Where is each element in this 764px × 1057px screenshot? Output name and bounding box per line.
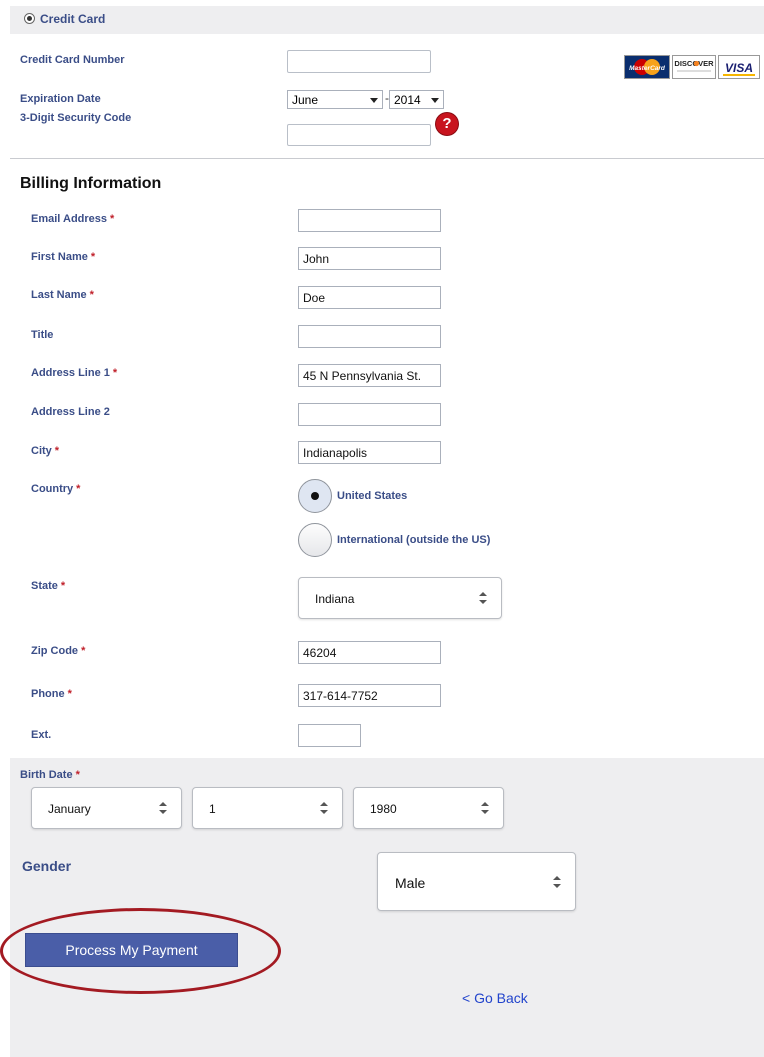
- visa-text: VISA: [725, 61, 753, 75]
- required-marker: *: [110, 213, 115, 225]
- highlight-ellipse: [0, 908, 281, 994]
- visa-logo: VISA: [718, 55, 760, 79]
- country-label: Country *: [31, 483, 80, 495]
- birth-year-select[interactable]: 1980: [353, 787, 504, 829]
- title-label: Title: [31, 329, 54, 341]
- cvv-label: 3-Digit Security Code: [20, 112, 132, 124]
- gender-value: Male: [395, 875, 426, 891]
- first-name-label: First Name *: [31, 251, 95, 263]
- country-label-text: Country: [31, 483, 74, 495]
- state-select[interactable]: Indiana: [298, 577, 502, 619]
- phone-input[interactable]: 317-614-7752: [298, 684, 441, 707]
- last-name-label: Last Name *: [31, 289, 94, 301]
- up-down-chevron-icon: [553, 875, 561, 888]
- payment-method-bar: [10, 6, 764, 34]
- state-value: Indiana: [315, 592, 355, 606]
- birth-day-value: 1: [209, 802, 216, 816]
- discover-logo: DISCOVER: [672, 55, 716, 79]
- state-label: State *: [31, 580, 65, 592]
- mastercard-logo: MasterCard: [624, 55, 670, 79]
- required-marker: *: [75, 769, 80, 781]
- section-divider: [10, 158, 764, 159]
- birth-year-value: 1980: [370, 802, 397, 816]
- birth-date-label-text: Birth Date: [20, 769, 73, 781]
- required-marker: *: [81, 645, 86, 657]
- country-us-radio[interactable]: [298, 479, 332, 513]
- first-name-label-text: First Name: [31, 251, 88, 263]
- gender-select[interactable]: Male: [377, 852, 576, 911]
- zip-label: Zip Code *: [31, 645, 85, 657]
- city-label: City *: [31, 445, 59, 457]
- birth-date-label: Birth Date *: [20, 769, 80, 781]
- birth-month-value: January: [48, 802, 91, 816]
- required-marker: *: [90, 251, 96, 263]
- birth-month-select[interactable]: January: [31, 787, 182, 829]
- ext-input[interactable]: [298, 724, 361, 747]
- country-intl-label: International (outside the US): [337, 534, 491, 546]
- email-label-text: Email Address: [31, 213, 108, 225]
- address2-label: Address Line 2: [31, 406, 110, 418]
- phone-label: Phone *: [31, 688, 72, 700]
- required-marker: *: [112, 367, 118, 379]
- email-label: Email Address *: [31, 213, 114, 225]
- exp-year-value: 2014: [394, 93, 421, 107]
- chevron-down-icon: [431, 98, 439, 103]
- up-down-chevron-icon: [481, 802, 489, 814]
- required-marker: *: [54, 445, 60, 457]
- credit-card-label: Credit Card: [40, 12, 106, 26]
- up-down-chevron-icon: [320, 802, 328, 814]
- card-number-input[interactable]: [287, 50, 431, 73]
- credit-card-radio[interactable]: [24, 13, 35, 24]
- country-us-label: United States: [337, 490, 408, 502]
- country-intl-radio[interactable]: [298, 523, 332, 557]
- go-back-link[interactable]: < Go Back: [462, 990, 528, 1006]
- up-down-chevron-icon: [159, 802, 167, 814]
- billing-heading: Billing Information: [20, 175, 162, 192]
- zip-input[interactable]: 46204: [298, 641, 441, 664]
- email-input[interactable]: [298, 209, 441, 232]
- title-input[interactable]: [298, 325, 441, 348]
- exp-month-select[interactable]: June: [287, 90, 383, 109]
- gender-label: Gender: [22, 858, 72, 874]
- up-down-chevron-icon: [479, 592, 487, 604]
- zip-label-text: Zip Code: [31, 645, 79, 657]
- state-label-text: State: [31, 580, 58, 592]
- chevron-down-icon: [370, 98, 378, 103]
- birth-day-select[interactable]: 1: [192, 787, 343, 829]
- help-icon[interactable]: ?: [436, 113, 458, 135]
- required-marker: *: [60, 580, 66, 592]
- required-marker: *: [76, 483, 81, 495]
- card-number-label: Credit Card Number: [20, 54, 125, 66]
- mastercard-text: MasterCard: [629, 65, 666, 72]
- exp-year-select[interactable]: 2014: [389, 90, 444, 109]
- address2-input[interactable]: [298, 403, 441, 426]
- required-marker: *: [89, 289, 94, 301]
- city-input[interactable]: Indianapolis: [298, 441, 441, 464]
- address1-input[interactable]: 45 N Pennsylvania St.: [298, 364, 441, 387]
- address1-label: Address Line 1 *: [31, 367, 117, 379]
- exp-month-value: June: [292, 93, 319, 107]
- required-marker: *: [67, 688, 72, 700]
- expiration-label: Expiration Date: [20, 93, 101, 105]
- address1-label-text: Address Line 1: [31, 367, 110, 379]
- phone-label-text: Phone: [31, 688, 65, 700]
- cvv-input[interactable]: [287, 124, 431, 146]
- city-label-text: City: [31, 445, 52, 457]
- last-name-label-text: Last Name: [31, 289, 87, 301]
- ext-label: Ext.: [31, 729, 52, 741]
- last-name-input[interactable]: Doe: [298, 286, 441, 309]
- first-name-input[interactable]: John: [298, 247, 441, 270]
